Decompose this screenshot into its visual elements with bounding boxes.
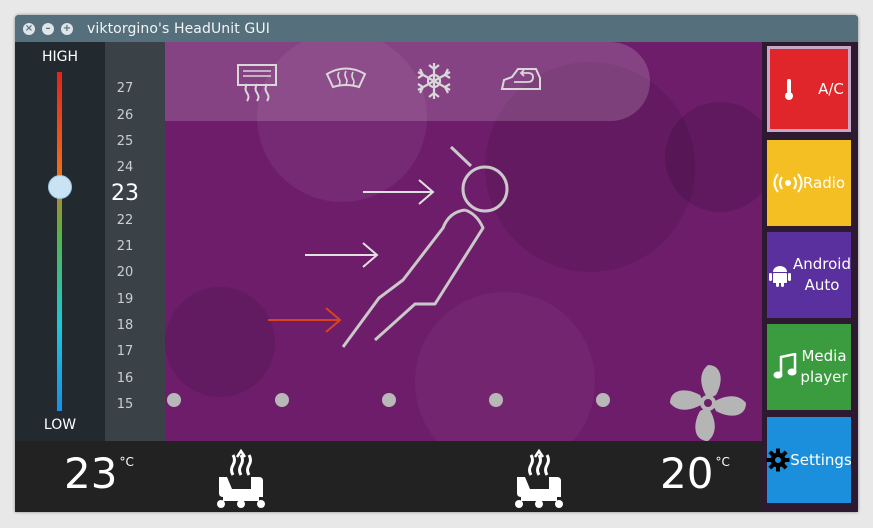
airflow-body-arrow[interactable] <box>305 242 379 268</box>
menu-item-label: Settings <box>790 450 852 471</box>
menu-item-label-line: player <box>800 368 848 386</box>
scale-tick: 24 <box>116 160 134 176</box>
scale-tick: 19 <box>116 291 134 307</box>
driver-seat-heater-icon[interactable] <box>211 441 269 509</box>
airflow-face-arrow[interactable] <box>363 179 435 205</box>
main-content: HIGH LOW 27 26 25 24 23 22 21 20 19 18 17 16 15 <box>15 42 858 512</box>
close-window-button[interactable]: × <box>23 22 35 35</box>
temperature-scale[interactable]: 27 26 25 24 23 22 21 20 19 18 17 16 15 <box>105 42 165 441</box>
passenger-temperature-value: 20 <box>660 449 714 498</box>
menu-item-settings[interactable]: Settings <box>766 417 852 503</box>
fan-icon[interactable] <box>667 362 749 441</box>
maximize-window-button[interactable]: + <box>61 22 73 35</box>
scale-tick: 16 <box>116 370 134 386</box>
temperature-slider-track[interactable] <box>57 72 62 411</box>
scale-tick: 20 <box>116 265 134 281</box>
thermometer-icon <box>774 77 804 101</box>
passenger-temperature-unit: °C <box>715 455 730 469</box>
fan-speed-dot[interactable] <box>382 393 396 407</box>
climate-area <box>165 42 762 441</box>
menu-item-label-line: A/C <box>818 79 844 98</box>
android-icon <box>767 263 793 287</box>
fan-speed-dot[interactable] <box>596 393 610 407</box>
navigation-menu: A/C Radio Android Auto Media player Settings <box>762 42 858 512</box>
menu-item-label: Radio <box>803 173 845 194</box>
minimize-window-button[interactable]: – <box>42 22 54 35</box>
passenger-temperature[interactable]: 20 °C <box>660 449 730 498</box>
fan-speed-dot[interactable] <box>489 393 503 407</box>
temperature-slider-handle[interactable] <box>48 175 72 200</box>
scale-tick: 27 <box>116 81 134 97</box>
passenger-seat-heater-icon[interactable] <box>509 441 567 509</box>
menu-item-label: A/C <box>818 79 844 100</box>
music-note-icon <box>770 353 800 381</box>
menu-item-radio[interactable]: Radio <box>767 140 851 226</box>
radio-icon <box>773 173 803 193</box>
driver-temperature-unit: °C <box>119 455 134 469</box>
high-label: HIGH <box>41 49 79 65</box>
menu-item-a-c[interactable]: A/C <box>767 46 851 132</box>
airflow-feet-arrow[interactable] <box>268 307 342 333</box>
menu-item-label-line: Media <box>801 347 847 365</box>
bottom-temperature-bar: 23 °C 20 °C <box>15 441 762 512</box>
gear-icon <box>766 448 790 472</box>
scale-tick: 21 <box>116 239 134 254</box>
app-window: × – + viktorgino's HeadUnit GUI HIGH LOW… <box>15 15 858 512</box>
low-label: LOW <box>43 417 77 433</box>
scale-tick: 26 <box>116 107 134 123</box>
menu-item-label-line: Radio <box>802 173 846 192</box>
window-title: viktorgino's HeadUnit GUI <box>87 20 270 37</box>
scale-tick: 18 <box>116 317 134 333</box>
menu-item-label: Android Auto <box>793 254 851 296</box>
driver-temperature-value: 23 <box>64 449 118 498</box>
menu-item-label-line: Settings <box>790 450 852 469</box>
scale-current-value: 23 <box>111 181 139 206</box>
menu-item-android-auto[interactable]: Android Auto <box>767 232 851 318</box>
titlebar: × – + viktorgino's HeadUnit GUI <box>15 15 858 42</box>
fan-speed-dot[interactable] <box>167 393 181 407</box>
driver-temperature[interactable]: 23 °C <box>64 449 134 498</box>
menu-item-label-line: Auto <box>804 276 840 294</box>
menu-item-label-line: Android <box>793 255 851 273</box>
scale-tick: 15 <box>116 396 134 412</box>
scale-tick: 17 <box>116 344 134 360</box>
menu-item-label: Media player <box>800 346 847 388</box>
menu-item-media-player[interactable]: Media player <box>767 324 851 410</box>
fan-speed-dot[interactable] <box>275 393 289 407</box>
scale-tick: 22 <box>116 212 134 228</box>
temperature-slider-panel: HIGH LOW <box>15 42 105 441</box>
scale-tick: 25 <box>116 133 134 149</box>
